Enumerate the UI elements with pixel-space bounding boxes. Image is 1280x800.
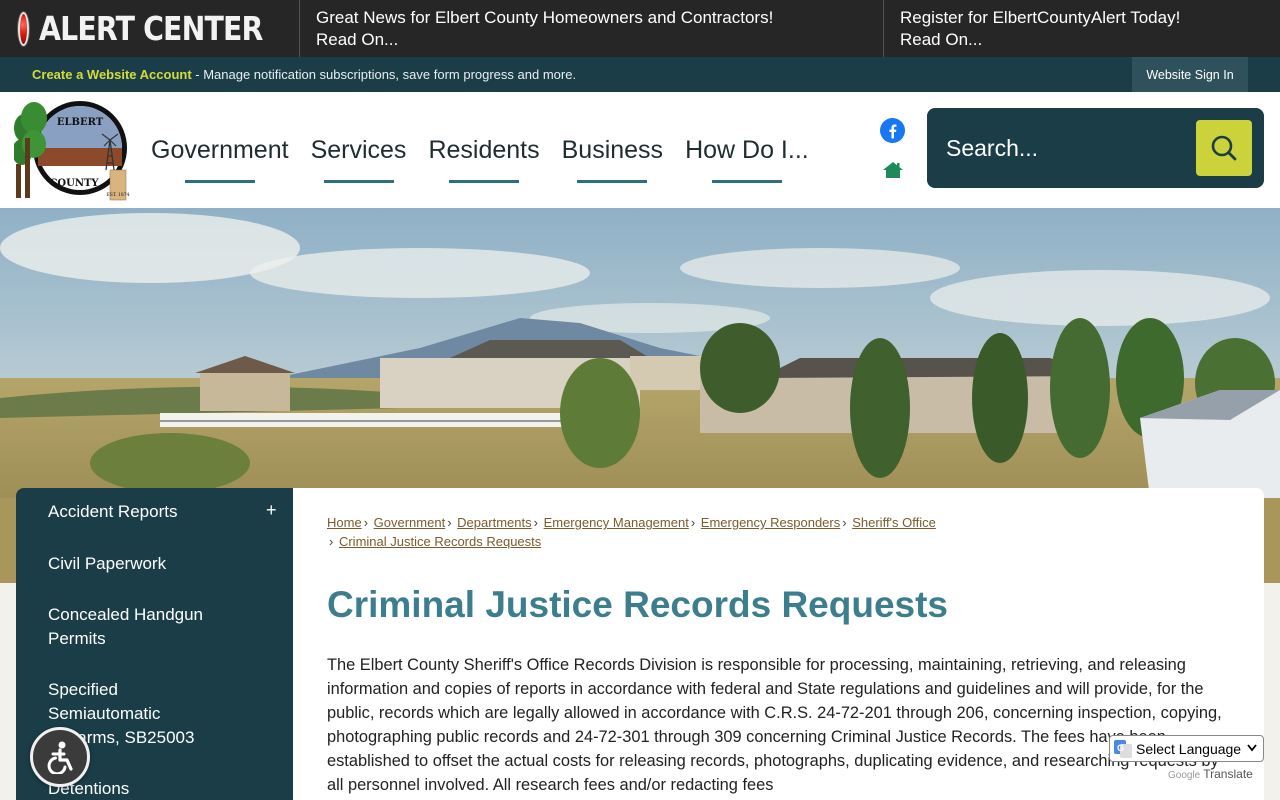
facebook-icon[interactable] (880, 118, 905, 143)
accessibility-button[interactable] (30, 727, 90, 787)
nav-label: Business (561, 135, 664, 164)
accessibility-icon (47, 741, 73, 774)
page-body-text: The Elbert County Sheriff's Office Recor… (327, 656, 1222, 794)
alert-bar: ALERT CENTER Great News for Elbert Count… (0, 0, 1280, 57)
nav-label: Services (310, 135, 407, 164)
breadcrumb-separator: › (447, 515, 452, 530)
account-bar: Create a Website Account - Manage notifi… (0, 57, 1280, 92)
nav-underline (577, 180, 648, 183)
breadcrumb-emergency-management[interactable]: Emergency Management (544, 515, 689, 530)
nav-how-do-i[interactable]: How Do I... (674, 92, 820, 208)
nav-business[interactable]: Business (551, 92, 674, 208)
logo-text-bottom: COUNTY (49, 178, 99, 189)
sidebar-item-civil-paperwork[interactable]: Civil Paperwork (48, 552, 166, 576)
alert-center-link[interactable]: ALERT CENTER (0, 0, 300, 57)
nav-underline (323, 180, 394, 183)
main-nav: Government Services Residents Business H… (140, 92, 820, 208)
nav-underline (184, 180, 255, 183)
alert-center-title: ALERT CENTER (39, 9, 263, 48)
breadcrumb-separator: › (533, 515, 538, 530)
alert-item[interactable]: Great News for Elbert County Homeowners … (300, 0, 884, 57)
search-input[interactable] (927, 108, 1187, 188)
alert-headline: Register for ElbertCountyAlert Today! (900, 8, 1181, 27)
county-seal-graphic: ELBERT COUNTY EST. 1874 (12, 101, 130, 201)
translate-label: Translate (1203, 767, 1253, 781)
home-icon[interactable] (882, 160, 904, 180)
nav-government[interactable]: Government (140, 92, 300, 208)
nav-residents[interactable]: Residents (417, 92, 550, 208)
svg-text:G: G (1117, 743, 1124, 753)
logo-text-top: ELBERT (57, 117, 104, 128)
breadcrumb-government[interactable]: Government (374, 515, 446, 530)
nav-label: Residents (428, 135, 540, 164)
alert-headline: Great News for Elbert County Homeowners … (316, 8, 774, 27)
nav-underline (449, 180, 520, 183)
google-translate-icon: G (1114, 739, 1132, 758)
sidebar-item-concealed-handgun-permits[interactable]: Concealed Handgun Permits (48, 603, 238, 651)
breadcrumb-departments[interactable]: Departments (457, 515, 531, 530)
breadcrumb-emergency-responders[interactable]: Emergency Responders (701, 515, 840, 530)
account-message: Create a Website Account - Manage notifi… (32, 67, 576, 82)
nav-label: Government (151, 135, 289, 164)
language-select[interactable]: G Select Language (1109, 735, 1264, 762)
alert-read-on[interactable]: Read On... (900, 29, 1264, 51)
expand-toggle-icon[interactable]: + (266, 500, 277, 521)
breadcrumb-current-page[interactable]: Criminal Justice Records Requests (339, 534, 541, 549)
breadcrumb-home[interactable]: Home (327, 515, 362, 530)
chevron-down-icon (1247, 744, 1257, 752)
search-form (927, 108, 1264, 188)
nav-underline (711, 180, 782, 183)
county-logo[interactable]: ELBERT COUNTY EST. 1874 (12, 98, 130, 202)
sidebar-item-accident-reports[interactable]: Accident Reports (48, 500, 177, 524)
breadcrumb-separator: › (363, 515, 369, 530)
breadcrumb-separator: › (842, 515, 847, 530)
nav-label: How Do I... (685, 135, 809, 164)
nav-services[interactable]: Services (300, 92, 418, 208)
breadcrumb: Home › Government › Departments › Emergency… (327, 513, 1027, 551)
powered-by-google[interactable]: Google Translate (1168, 767, 1253, 781)
search-button[interactable] (1196, 120, 1252, 176)
language-select-label: Select Language (1136, 740, 1242, 757)
google-logo-text: Google (1168, 770, 1201, 781)
alert-light-icon (18, 11, 30, 46)
breadcrumb-separator: › (329, 534, 334, 549)
alert-read-on[interactable]: Read On... (316, 29, 867, 51)
breadcrumb-separator: › (690, 515, 696, 530)
logo-text-est: EST. 1874 (106, 192, 129, 198)
account-description: - Manage notification subscriptions, sav… (191, 67, 577, 82)
site-header: ELBERT COUNTY EST. 1874 Government Servi… (0, 92, 1280, 208)
alert-item[interactable]: Register for ElbertCountyAlert Today! Re… (884, 0, 1280, 57)
create-account-link[interactable]: Create a Website Account (32, 67, 192, 82)
page-title: Criminal Justice Records Requests (327, 584, 948, 625)
search-icon (1211, 135, 1237, 161)
website-sign-in-button[interactable]: Website Sign In (1132, 57, 1248, 92)
breadcrumb-sheriffs-office[interactable]: Sheriff's Office (852, 515, 936, 530)
